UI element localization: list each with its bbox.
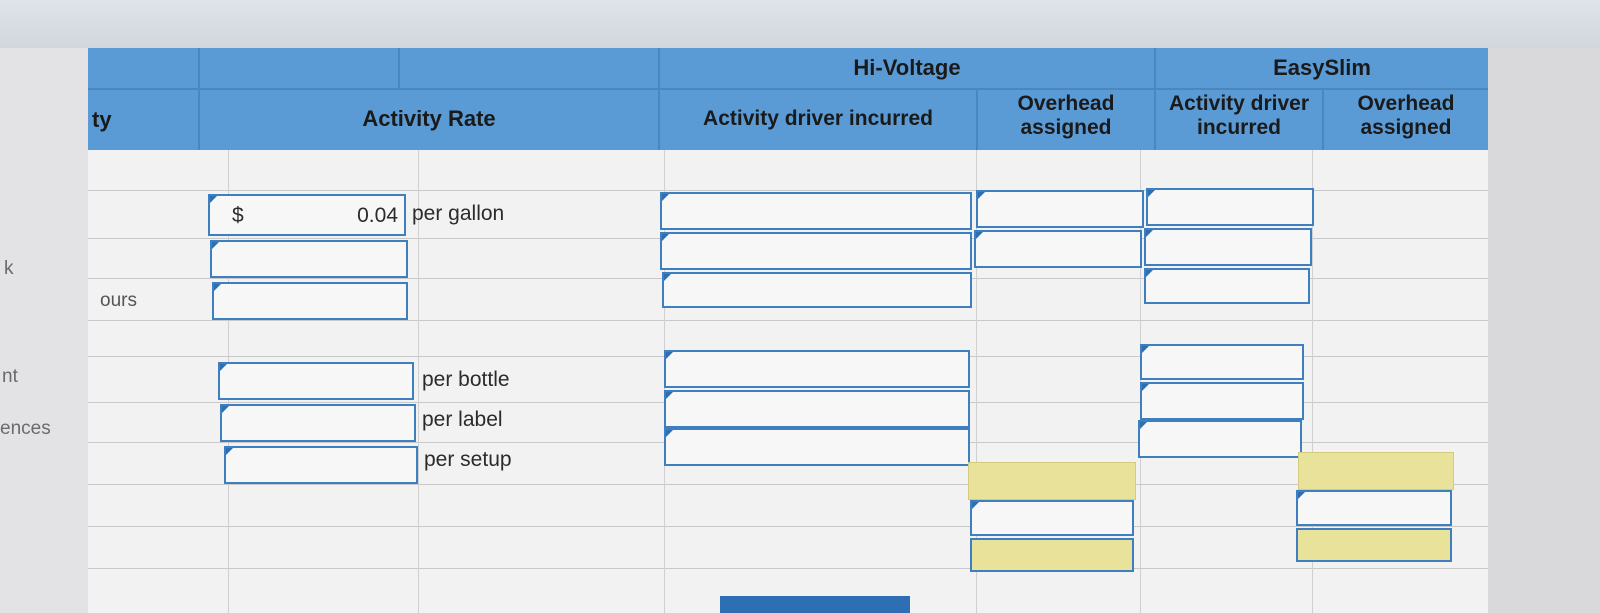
- hv-overhead-total-input[interactable]: [970, 538, 1134, 572]
- es-driver-input-1[interactable]: [1146, 188, 1314, 226]
- rate-field-gallon[interactable]: $ 0.04: [208, 194, 406, 236]
- header-hv-driver: Activity driver incurred: [703, 107, 933, 130]
- header-easyslim: EasySlim: [1273, 55, 1371, 80]
- unit-per-gallon: per gallon: [412, 202, 505, 225]
- row3-label-partial: ours: [100, 290, 137, 311]
- left-navigation-strip: k nt ences: [0, 48, 88, 613]
- hv-total-overhead-cell: [968, 462, 1136, 500]
- hv-driver-input-1[interactable]: [660, 192, 972, 230]
- bottom-button-edge[interactable]: [720, 596, 910, 613]
- left-label-nt: nt: [2, 366, 18, 387]
- header-activity-partial: ty: [92, 107, 112, 132]
- header-es-driver-l2: incurred: [1196, 115, 1282, 139]
- header-divider: [88, 88, 1488, 90]
- es-driver-input-5[interactable]: [1140, 382, 1304, 420]
- unit-per-setup: per setup: [424, 448, 512, 471]
- header-hi-voltage: Hi-Voltage: [853, 55, 961, 80]
- rate-input-bottle[interactable]: [218, 362, 414, 400]
- header-es-driver: Activity driver incurred: [1156, 92, 1322, 139]
- hv-overhead-input-1[interactable]: [976, 190, 1144, 228]
- es-driver-input-3[interactable]: [1144, 268, 1310, 304]
- rate-input-setup[interactable]: [224, 446, 418, 484]
- row-line: [88, 526, 1488, 527]
- es-driver-input-4[interactable]: [1140, 344, 1304, 380]
- hv-driver-input-2[interactable]: [660, 232, 972, 270]
- hv-driver-input-5[interactable]: [664, 390, 970, 428]
- hv-overhead-input-7[interactable]: [970, 500, 1134, 536]
- es-total-overhead-cell: [1298, 452, 1454, 490]
- header-es-overhead: Overhead assigned: [1324, 92, 1488, 139]
- row-line: [88, 484, 1488, 485]
- header-hv-overhead: Overhead assigned: [978, 92, 1154, 139]
- es-driver-input-6[interactable]: [1138, 420, 1302, 458]
- rate-input-3[interactable]: [212, 282, 408, 320]
- hv-driver-input-3[interactable]: [662, 272, 972, 308]
- es-overhead-total-input[interactable]: [1296, 528, 1452, 562]
- row-line: [88, 568, 1488, 569]
- unit-per-bottle: per bottle: [422, 368, 510, 391]
- header-es-overhead-l2: assigned: [1360, 115, 1452, 139]
- header-sep: [198, 48, 200, 150]
- row-line: [88, 320, 1488, 321]
- header-es-overhead-l1: Overhead: [1357, 92, 1455, 115]
- unit-per-label: per label: [422, 408, 503, 431]
- header-hv-overhead-l2: assigned: [1020, 115, 1112, 139]
- left-label-k: k: [4, 258, 14, 279]
- header-es-driver-l1: Activity driver: [1168, 92, 1310, 115]
- hv-driver-input-6[interactable]: [664, 428, 970, 466]
- header-sep: [398, 48, 400, 90]
- hv-driver-input-4[interactable]: [664, 350, 970, 388]
- rate-value-gallon: 0.04: [357, 204, 398, 227]
- header-activity-rate: Activity Rate: [362, 106, 496, 131]
- es-overhead-input-7[interactable]: [1296, 490, 1452, 526]
- hv-overhead-input-2[interactable]: [974, 230, 1142, 268]
- rate-input-2[interactable]: [210, 240, 408, 278]
- currency-symbol: $: [232, 204, 244, 227]
- screen-top-band: [0, 0, 1600, 48]
- es-driver-input-2[interactable]: [1144, 228, 1312, 266]
- rate-input-label[interactable]: [220, 404, 416, 442]
- left-label-ences: ences: [0, 418, 51, 439]
- header-hv-overhead-l1: Overhead: [1017, 92, 1115, 115]
